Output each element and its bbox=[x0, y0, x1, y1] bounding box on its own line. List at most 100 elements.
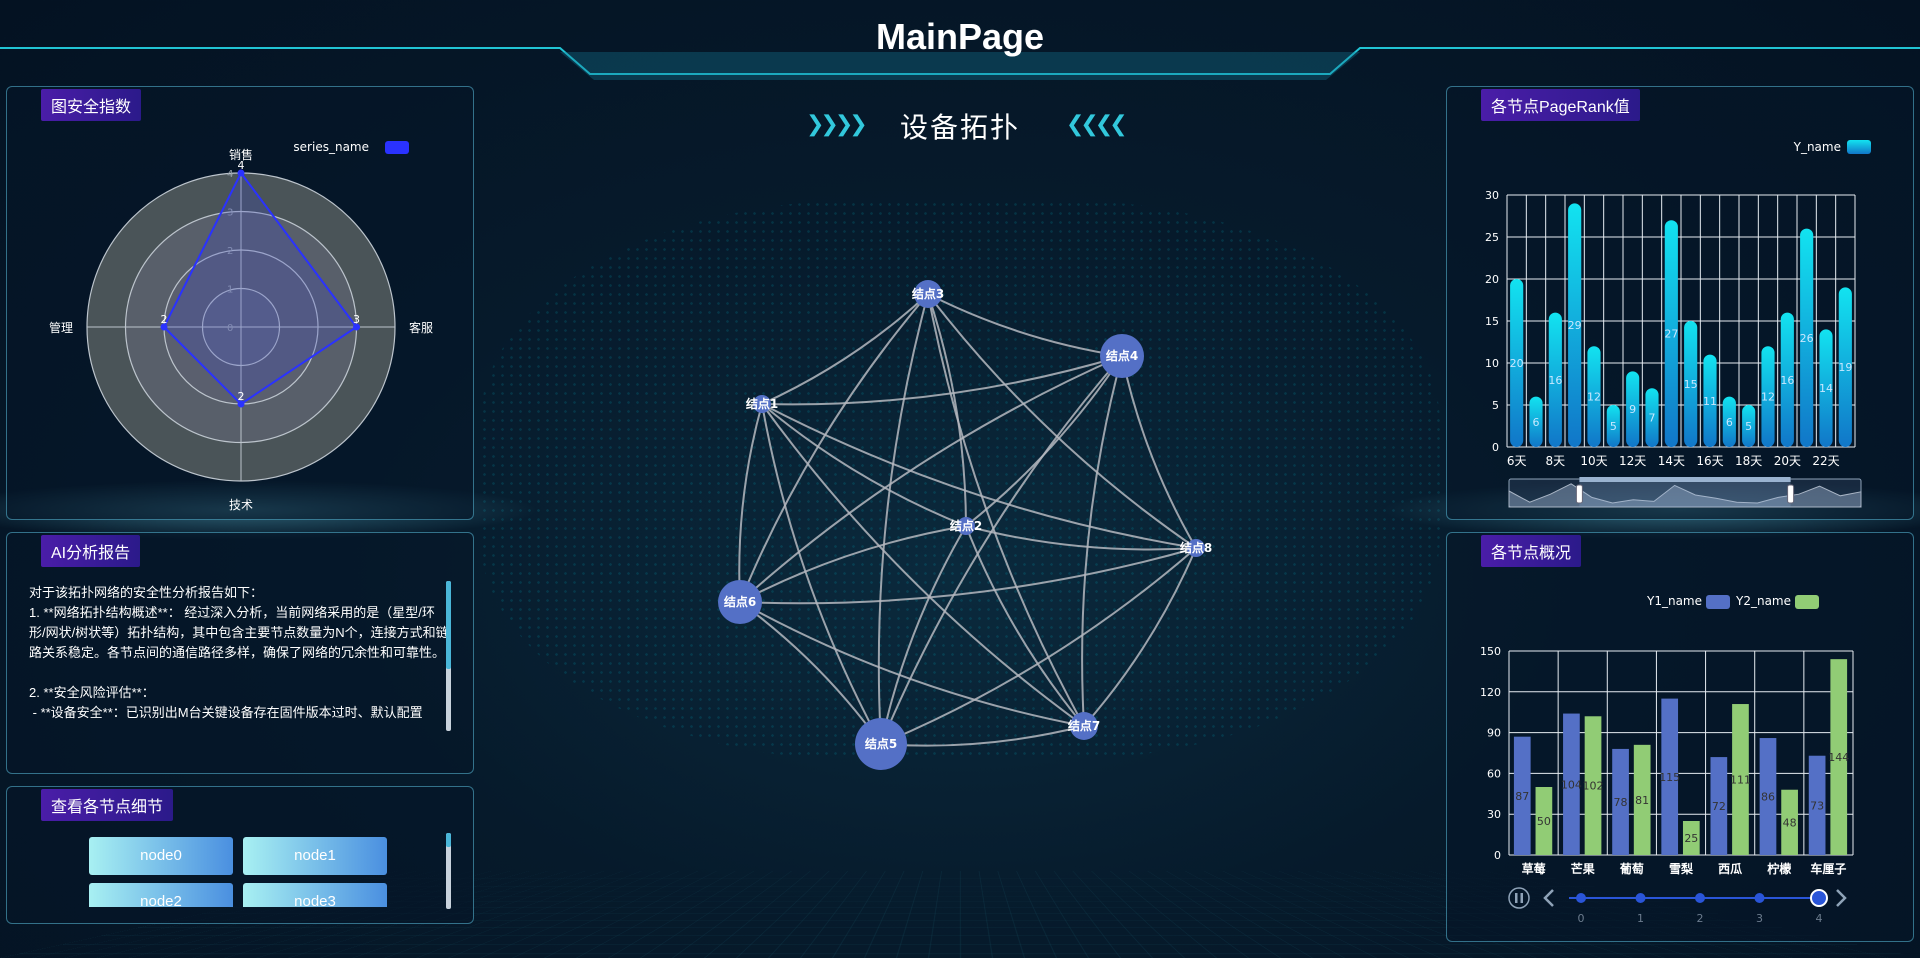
bar-value-label: 16 bbox=[1548, 374, 1562, 387]
y-tick-label: 60 bbox=[1487, 767, 1501, 780]
y-tick-label: 30 bbox=[1487, 808, 1501, 821]
y-tick-label: 0 bbox=[1494, 849, 1501, 862]
legend-swatch bbox=[1847, 140, 1871, 154]
pause-icon bbox=[1509, 888, 1529, 908]
next-icon bbox=[1837, 890, 1845, 906]
bar-value-label: 81 bbox=[1635, 794, 1649, 807]
datazoom-bar bbox=[1579, 477, 1790, 482]
bar-value-label: 19 bbox=[1838, 361, 1852, 374]
pause-icon-bar bbox=[1515, 893, 1518, 903]
timeline-point bbox=[1695, 893, 1705, 903]
bar-value-label: 6 bbox=[1533, 416, 1540, 429]
x-tick-label: 6天 bbox=[1507, 454, 1527, 468]
node2-button[interactable]: node2 bbox=[89, 883, 233, 907]
timeline-label: 2 bbox=[1697, 912, 1704, 925]
x-tick-label: 18天 bbox=[1735, 454, 1762, 468]
bar-value-label: 144 bbox=[1828, 751, 1849, 764]
bar-value-label: 115 bbox=[1659, 771, 1680, 784]
security-index-panel: 图安全指数 series_name01234销售客服技术管理4322 bbox=[6, 86, 474, 520]
y-tick-label: 150 bbox=[1480, 645, 1501, 658]
x-tick-label: 雪梨 bbox=[1669, 861, 1693, 876]
bar-value-label: 12 bbox=[1587, 391, 1601, 404]
x-tick-label: 柠檬 bbox=[1767, 861, 1791, 876]
radar-indicator-label: 技术 bbox=[229, 498, 253, 512]
panel-title: 查看各节点细节 bbox=[41, 789, 173, 821]
prev-icon bbox=[1545, 890, 1553, 906]
bar-value-label: 20 bbox=[1510, 357, 1524, 370]
radar-indicator-label: 管理 bbox=[49, 320, 73, 335]
x-tick-label: 葡萄 bbox=[1619, 861, 1644, 876]
datazoom-window bbox=[1579, 479, 1790, 507]
bar-value-label: 86 bbox=[1761, 791, 1775, 804]
bar-value-label: 104 bbox=[1561, 778, 1582, 791]
node-details-panel: 查看各节点细节 node0 node1 node2 node3 bbox=[6, 786, 474, 924]
page-title: MainPage bbox=[0, 16, 1920, 58]
bar-value-label: 6 bbox=[1726, 416, 1733, 429]
radar-indicator-label: 客服 bbox=[409, 320, 433, 335]
legend-swatch bbox=[385, 141, 409, 154]
y-tick-label: 10 bbox=[1485, 357, 1499, 370]
x-tick-label: 草莓 bbox=[1522, 861, 1546, 876]
timeline-current-point bbox=[1811, 890, 1827, 906]
x-tick-label: 12天 bbox=[1619, 454, 1646, 468]
bar-value-label: 14 bbox=[1819, 382, 1833, 395]
scrollbar-thumb[interactable] bbox=[446, 581, 451, 669]
x-tick-label: 16天 bbox=[1696, 454, 1723, 468]
x-tick-label: 8天 bbox=[1546, 454, 1566, 468]
bar-value-label: 25 bbox=[1684, 832, 1698, 845]
x-tick-label: 20天 bbox=[1774, 454, 1801, 468]
nodes-scrollbar[interactable] bbox=[446, 833, 451, 909]
timeline-label: 4 bbox=[1816, 912, 1823, 925]
pause-icon-bar bbox=[1521, 893, 1524, 903]
bar-value-label: 7 bbox=[1649, 412, 1656, 425]
node-overview-panel: 各节点概况 Y1_name Y2_name 0 30 60 90 120 150 87 50 草莓 1… bbox=[1446, 532, 1914, 942]
pagerank-bar-chart[interactable]: Y_name0510152025302061629125972715116 512… bbox=[1447, 87, 1915, 521]
bar-value-label: 26 bbox=[1800, 332, 1814, 345]
node0-button[interactable]: node0 bbox=[89, 837, 233, 875]
bar-value-label: 29 bbox=[1568, 319, 1582, 332]
y-tick-label: 120 bbox=[1480, 686, 1501, 699]
radar-data-label: 2 bbox=[161, 313, 168, 326]
report-text: 对于该拓扑网络的安全性分析报告如下： 1. **网络拓扑结构概述**： 经过深入… bbox=[29, 583, 449, 759]
node-button-row-clip: node2 node3 bbox=[89, 883, 389, 907]
timeline-point bbox=[1636, 893, 1646, 903]
node1-button[interactable]: node1 bbox=[243, 837, 387, 875]
timeline-label: 3 bbox=[1756, 912, 1763, 925]
y-tick-label: 15 bbox=[1485, 315, 1499, 328]
radar-data-label: 3 bbox=[353, 313, 360, 326]
radar-tick-label: 4 bbox=[227, 169, 233, 180]
x-tick-label: 14天 bbox=[1658, 454, 1685, 468]
legend-label: Y1_name bbox=[1646, 594, 1702, 608]
x-tick-label: 10天 bbox=[1580, 454, 1607, 468]
bar-value-label: 27 bbox=[1664, 328, 1678, 341]
bar-value-label: 5 bbox=[1610, 420, 1617, 433]
timeline-point bbox=[1755, 893, 1765, 903]
radar-chart[interactable]: series_name01234销售客服技术管理4322 bbox=[7, 87, 475, 521]
report-scrollbar[interactable] bbox=[446, 581, 451, 731]
scrollbar-thumb[interactable] bbox=[446, 833, 451, 847]
bar-value-label: 12 bbox=[1761, 391, 1775, 404]
header: MainPage bbox=[0, 0, 1920, 80]
overview-bar-chart[interactable]: Y1_name Y2_name03060901201508750草莓104 102芒… bbox=[1447, 533, 1915, 943]
panel-title: AI分析报告 bbox=[41, 535, 140, 567]
legend-label: Y_name bbox=[1793, 140, 1841, 154]
x-tick-label: 22天 bbox=[1812, 454, 1839, 468]
bar-value-label: 48 bbox=[1783, 816, 1797, 829]
chevron-left-icon: ❮❮❮❮ bbox=[1066, 112, 1124, 137]
y-tick-label: 90 bbox=[1487, 727, 1501, 740]
timeline-label: 1 bbox=[1637, 912, 1644, 925]
y-tick-label: 30 bbox=[1485, 189, 1499, 202]
bar-value-label: 73 bbox=[1810, 799, 1824, 812]
legend-label: series_name bbox=[293, 140, 369, 154]
bar-value-label: 5 bbox=[1745, 420, 1752, 433]
legend-swatch bbox=[1795, 595, 1819, 609]
node3-button[interactable]: node3 bbox=[243, 883, 387, 907]
radar-data-label: 2 bbox=[238, 390, 245, 403]
bar-value-label: 102 bbox=[1583, 780, 1604, 793]
bar-value-label: 72 bbox=[1712, 800, 1726, 813]
legend-swatch bbox=[1706, 595, 1730, 609]
x-tick-label: 芒果 bbox=[1571, 861, 1595, 876]
ai-report-panel: AI分析报告 对于该拓扑网络的安全性分析报告如下： 1. **网络拓扑结构概述*… bbox=[6, 532, 474, 774]
bar-value-label: 87 bbox=[1515, 790, 1529, 803]
bar-value-label: 16 bbox=[1780, 374, 1794, 387]
